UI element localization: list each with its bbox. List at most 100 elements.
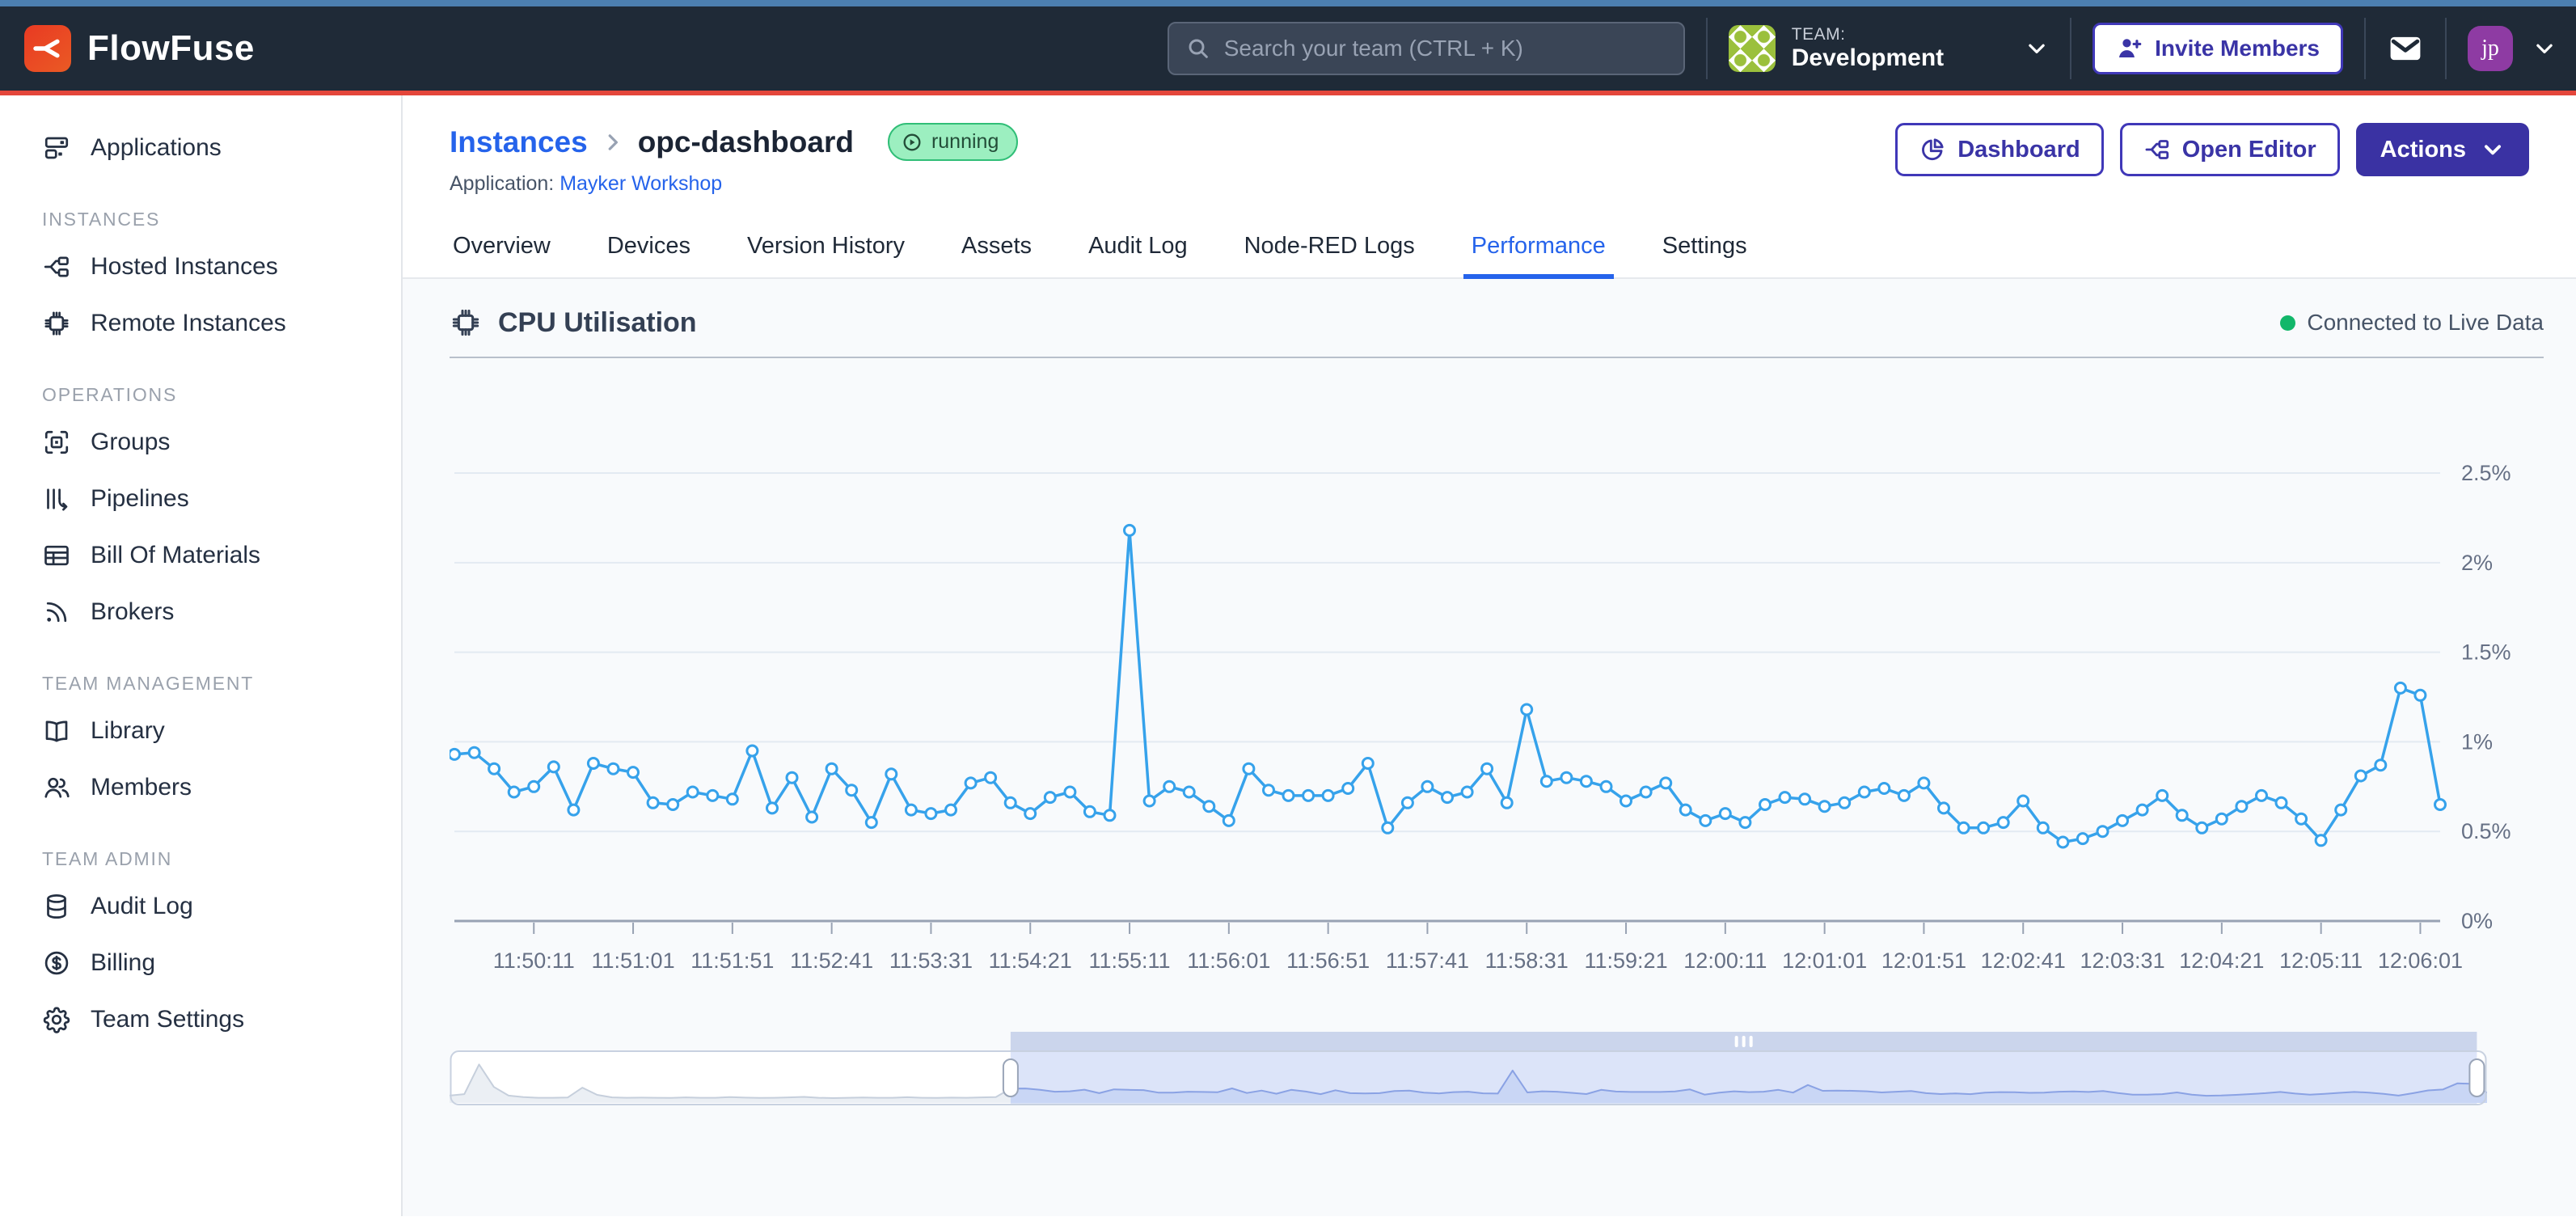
sidebar-item-audit-log[interactable]: Audit Log <box>0 878 401 935</box>
section-title: CPU Utilisation <box>498 307 697 339</box>
sidebar-item-remote-instances[interactable]: Remote Instances <box>0 295 401 352</box>
chevron-down-icon <box>2025 36 2049 61</box>
status-badge-label: running <box>931 130 999 154</box>
svg-text:11:55:11: 11:55:11 <box>1088 948 1170 973</box>
sidebar-item-library[interactable]: Library <box>0 703 401 759</box>
cpu-utilisation-chart: 0.5%1%1.5%2%2.5%0%11:50:1111:51:0111:51:… <box>450 365 2576 1012</box>
search-input[interactable] <box>1224 36 1667 61</box>
application-link[interactable]: Mayker Workshop <box>560 172 722 195</box>
sidebar-item-label: Hosted Instances <box>91 253 278 281</box>
tab-version-history[interactable]: Version History <box>744 220 908 277</box>
svg-text:12:01:01: 12:01:01 <box>1782 948 1867 973</box>
svg-text:12:00:11: 12:00:11 <box>1683 948 1767 973</box>
svg-text:0.5%: 0.5% <box>2461 819 2511 843</box>
sidebar-item-label: Groups <box>91 429 170 456</box>
invite-members-button[interactable]: Invite Members <box>2092 23 2343 74</box>
pie-chart-icon <box>1919 136 1946 163</box>
live-status-label: Connected to Live Data <box>2307 310 2544 336</box>
groups-icon <box>42 428 71 457</box>
sidebar-item-label: Bill Of Materials <box>91 542 260 569</box>
instance-tabs: Overview Devices Version History Assets … <box>403 220 2576 279</box>
notifications-mail-icon[interactable] <box>2387 30 2424 67</box>
team-avatar <box>1729 25 1776 72</box>
sidebar-item-label: Audit Log <box>91 893 193 920</box>
section-divider <box>450 357 2544 358</box>
branch-icon <box>42 252 71 281</box>
applications-icon <box>42 133 71 163</box>
svg-text:0%: 0% <box>2461 909 2493 933</box>
team-label: TEAM: <box>1792 25 1944 44</box>
time-range-navigator[interactable] <box>450 1025 2576 1113</box>
sidebar-section-operations: OPERATIONS <box>0 384 401 406</box>
sidebar-item-label: Members <box>91 774 192 801</box>
tab-overview[interactable]: Overview <box>450 220 554 277</box>
brand-name: FlowFuse <box>87 28 255 69</box>
navbar-divider <box>2070 18 2071 79</box>
sidebar-section-team-management: TEAM MANAGEMENT <box>0 673 401 695</box>
sidebar-item-hosted-instances[interactable]: Hosted Instances <box>0 239 401 295</box>
sidebar-item-label: Brokers <box>91 598 174 626</box>
brand[interactable]: FlowFuse <box>24 25 255 72</box>
actions-button-label: Actions <box>2380 137 2466 163</box>
breadcrumb: Instances opc-dashboard <box>450 123 1018 161</box>
actions-button[interactable]: Actions <box>2356 123 2529 176</box>
main-content: Instances opc-dashboard <box>403 95 2576 1216</box>
search-icon <box>1185 36 1211 61</box>
tab-node-red-logs[interactable]: Node-RED Logs <box>1241 220 1418 277</box>
cpu-chip-icon <box>450 306 482 339</box>
user-plus-icon <box>2116 35 2143 62</box>
breadcrumb-instances-link[interactable]: Instances <box>450 125 588 159</box>
user-menu[interactable]: jp <box>2468 26 2557 71</box>
dashboard-button-label: Dashboard <box>1957 137 2080 163</box>
sidebar-item-label: Billing <box>91 949 155 977</box>
flowfuse-logo-icon <box>24 25 71 72</box>
sidebar-item-label: Pipelines <box>91 485 189 513</box>
live-data-status: Connected to Live Data <box>2280 310 2544 336</box>
users-icon <box>42 773 71 802</box>
tab-audit-log[interactable]: Audit Log <box>1085 220 1191 277</box>
tab-performance[interactable]: Performance <box>1468 220 1609 277</box>
svg-text:12:02:41: 12:02:41 <box>1981 948 2066 973</box>
dashboard-button[interactable]: Dashboard <box>1895 123 2103 176</box>
play-circle-icon <box>901 131 923 154</box>
svg-text:11:54:21: 11:54:21 <box>989 948 1072 973</box>
tab-assets[interactable]: Assets <box>958 220 1035 277</box>
sidebar-section-instances: INSTANCES <box>0 209 401 230</box>
svg-text:11:50:11: 11:50:11 <box>493 948 575 973</box>
team-selector[interactable]: TEAM: Development <box>1729 25 2049 73</box>
svg-text:12:04:21: 12:04:21 <box>2179 948 2264 973</box>
svg-text:11:56:01: 11:56:01 <box>1187 948 1270 973</box>
live-status-dot <box>2280 315 2295 331</box>
sidebar-item-bill-of-materials[interactable]: Bill Of Materials <box>0 527 401 584</box>
chevron-down-icon <box>2532 36 2557 61</box>
sidebar-item-billing[interactable]: Billing <box>0 935 401 991</box>
svg-text:11:53:31: 11:53:31 <box>889 948 973 973</box>
sidebar-item-team-settings[interactable]: Team Settings <box>0 991 401 1048</box>
chevron-down-icon <box>2481 137 2505 162</box>
sidebar-item-members[interactable]: Members <box>0 759 401 816</box>
sidebar-item-applications[interactable]: Applications <box>0 120 401 176</box>
page-title: opc-dashboard <box>638 125 854 159</box>
branch-icon <box>2143 136 2171 163</box>
application-label: Application: <box>450 172 554 195</box>
sidebar-item-pipelines[interactable]: Pipelines <box>0 471 401 527</box>
sidebar-item-label: Team Settings <box>91 1006 244 1033</box>
rss-icon <box>42 598 71 627</box>
svg-text:12:03:31: 12:03:31 <box>2080 948 2164 973</box>
svg-text:1%: 1% <box>2461 729 2493 754</box>
tab-devices[interactable]: Devices <box>604 220 694 277</box>
sidebar-item-label: Remote Instances <box>91 310 286 337</box>
sidebar-item-groups[interactable]: Groups <box>0 414 401 471</box>
team-search[interactable] <box>1168 22 1685 75</box>
svg-text:2%: 2% <box>2461 551 2493 575</box>
sidebar: Applications INSTANCES Hosted Instances … <box>0 95 403 1216</box>
top-navbar: FlowFuse TEAM: Development <box>0 0 2576 95</box>
svg-text:11:59:21: 11:59:21 <box>1584 948 1667 973</box>
svg-text:11:52:41: 11:52:41 <box>790 948 873 973</box>
tab-settings[interactable]: Settings <box>1659 220 1750 277</box>
svg-text:11:58:31: 11:58:31 <box>1485 948 1569 973</box>
sidebar-item-brokers[interactable]: Brokers <box>0 584 401 640</box>
sidebar-item-label: Library <box>91 717 165 745</box>
chip-icon <box>42 309 71 338</box>
open-editor-button[interactable]: Open Editor <box>2120 123 2340 176</box>
